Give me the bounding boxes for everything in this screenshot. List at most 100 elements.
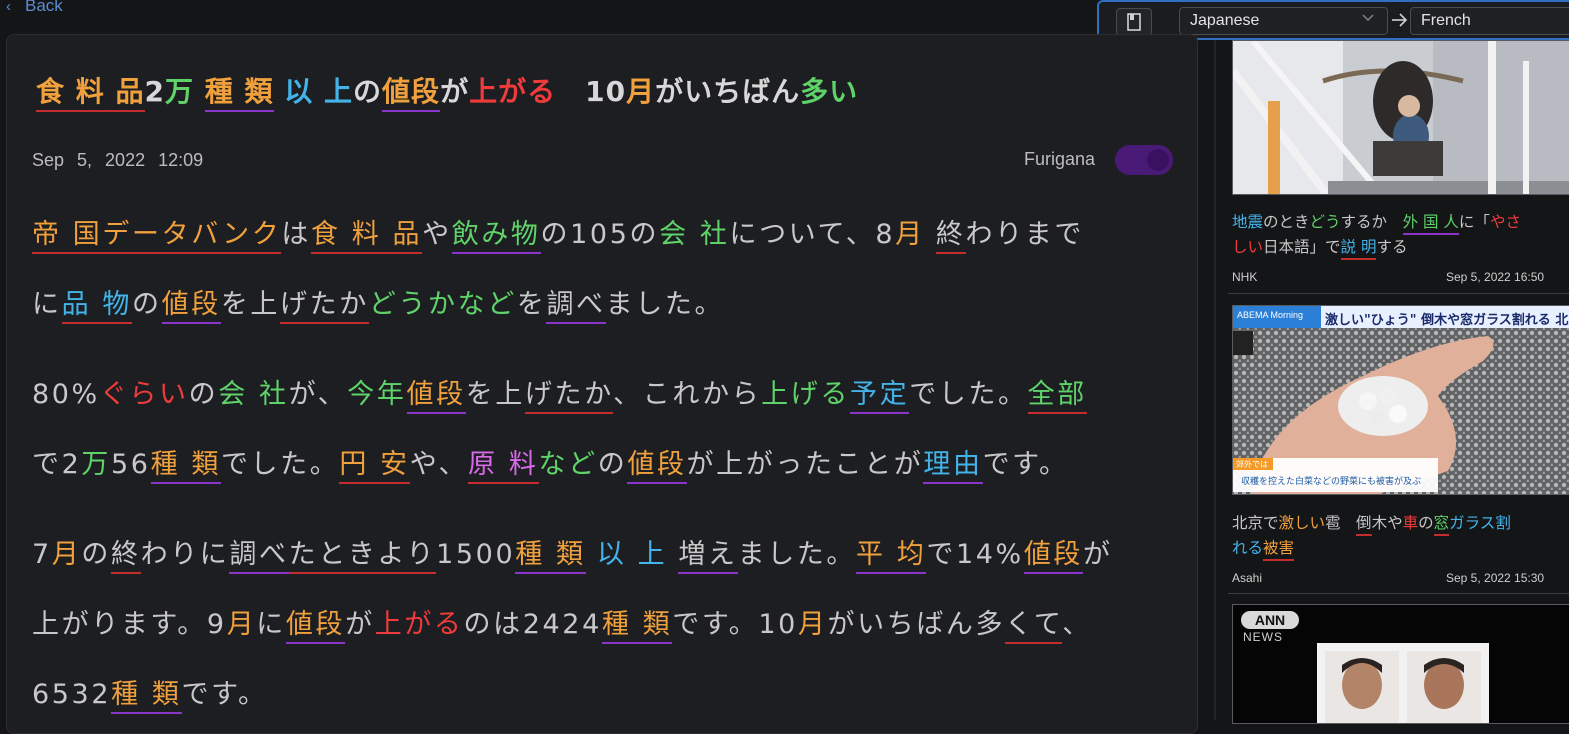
word[interactable] <box>274 75 285 108</box>
word[interactable]: 終 <box>111 539 141 574</box>
word[interactable] <box>313 75 324 108</box>
source-language-select[interactable]: Japanese <box>1179 7 1388 35</box>
word[interactable]: 窓 <box>1433 514 1450 536</box>
news-title[interactable]: 地震のときどうするか 外 国 人に「やさ しい日本語」で説 明する <box>1232 210 1567 260</box>
word[interactable]: げたか <box>524 379 614 414</box>
word[interactable]: 種 類 <box>601 609 673 644</box>
word[interactable]: です。 <box>983 449 1069 480</box>
word[interactable]: 雹 <box>1325 514 1356 532</box>
word[interactable]: 倒 <box>1356 514 1372 536</box>
word[interactable]: ガラス割 <box>1449 514 1511 532</box>
word[interactable]: 万 <box>165 75 194 108</box>
word[interactable]: 、 <box>1062 609 1092 640</box>
word[interactable]: 会 社 <box>218 379 288 410</box>
word[interactable]: の <box>132 289 162 320</box>
word[interactable]: 被害 <box>1263 539 1295 561</box>
word[interactable]: 飲み物 <box>451 219 541 254</box>
word[interactable]: 木や <box>1372 514 1403 532</box>
word[interactable]: でした。 <box>909 379 1027 410</box>
word[interactable]: 値段 <box>627 449 687 484</box>
word[interactable]: 円 安 <box>339 449 410 484</box>
word[interactable]: 平 均 <box>856 539 927 574</box>
word[interactable]: 以 <box>284 75 313 108</box>
word[interactable]: 帝 国 <box>32 219 103 254</box>
word[interactable]: の <box>81 539 111 570</box>
word[interactable]: の <box>598 449 628 480</box>
word[interactable]: 値段 <box>285 609 346 644</box>
word[interactable]: 6532 <box>32 679 111 710</box>
word[interactable]: が <box>440 75 469 108</box>
word[interactable]: 7 <box>32 539 52 570</box>
word[interactable]: は <box>281 219 311 250</box>
word[interactable]: でした。 <box>221 449 339 480</box>
word[interactable]: 車 <box>1403 514 1419 532</box>
word[interactable]: に「 <box>1459 213 1490 231</box>
word[interactable]: どうか <box>369 289 458 320</box>
word[interactable]: 万 <box>81 449 111 480</box>
word[interactable]: れる <box>1232 539 1263 557</box>
word[interactable]: です。 <box>182 679 268 710</box>
word[interactable] <box>194 75 205 108</box>
back-button[interactable]: ‹ Back <box>6 0 63 18</box>
word[interactable]: や、 <box>410 449 468 480</box>
word[interactable]: について、8 <box>729 219 895 250</box>
word[interactable]: 月 <box>626 75 655 108</box>
word[interactable]: 品 物 <box>61 289 132 324</box>
word[interactable] <box>925 219 936 250</box>
word[interactable]: 増え <box>678 539 738 574</box>
word[interactable]: 食 料 品 <box>310 219 423 254</box>
word[interactable]: くて <box>1005 609 1063 644</box>
word[interactable]: の <box>353 75 382 108</box>
word[interactable]: げたか <box>280 289 369 324</box>
word[interactable]: やさ <box>1490 213 1521 231</box>
word[interactable]: の105の <box>541 219 660 250</box>
word[interactable]: より <box>377 539 437 574</box>
word[interactable]: 今年 <box>347 379 406 410</box>
word[interactable]: 説 明 <box>1340 238 1377 260</box>
word[interactable]: 理由 <box>923 449 983 484</box>
word[interactable]: 外 国 人 <box>1402 213 1459 235</box>
word[interactable]: たとき <box>288 539 378 574</box>
word[interactable]: ました。 <box>738 539 856 570</box>
word[interactable]: 上 <box>324 75 353 108</box>
word[interactable]: 上がる <box>375 609 464 640</box>
target-language-select[interactable]: French <box>1410 7 1569 35</box>
word[interactable]: 原 料 <box>468 449 539 484</box>
word[interactable]: ました。 <box>606 289 724 320</box>
word[interactable]: や <box>422 219 452 250</box>
word[interactable]: 10 <box>556 75 626 108</box>
word[interactable]: です。10 <box>672 609 798 640</box>
word[interactable]: 月 <box>798 609 828 640</box>
word[interactable]: で14% <box>926 539 1023 570</box>
word[interactable]: など <box>458 289 517 320</box>
word[interactable]: で2 <box>32 449 81 480</box>
word[interactable]: に <box>256 609 286 640</box>
word[interactable]: を上 <box>221 289 280 320</box>
word[interactable]: が、 <box>289 379 348 410</box>
word[interactable] <box>586 539 597 570</box>
word[interactable]: 調べ <box>546 289 606 324</box>
word[interactable]: 調べ <box>229 539 289 574</box>
word[interactable]: 種 類 <box>204 75 274 112</box>
word[interactable]: 終 <box>935 219 966 254</box>
word[interactable]: 予定 <box>849 379 910 414</box>
word[interactable]: に <box>32 289 62 320</box>
word[interactable]: 会 社 <box>659 219 729 250</box>
word[interactable]: 値段 <box>161 289 221 324</box>
word[interactable]: する <box>1376 238 1407 256</box>
word[interactable]: 値段 <box>382 75 441 112</box>
word[interactable]: 食 料 品 <box>36 75 145 112</box>
word[interactable]: わりに <box>141 539 230 570</box>
word[interactable]: 2 <box>145 75 165 108</box>
news-title[interactable]: 北京で激しい雹 倒木や車の窓ガラス割 れる被害 <box>1232 511 1567 561</box>
word[interactable]: 種 類 <box>515 539 586 574</box>
word[interactable]: の <box>189 379 219 410</box>
word[interactable]: 月 <box>52 539 82 570</box>
word[interactable]: がいちばん多 <box>828 609 1006 640</box>
word[interactable]: ぐらい <box>100 379 189 410</box>
word[interactable]: のとき <box>1263 213 1310 231</box>
furigana-toggle[interactable] <box>1115 145 1173 175</box>
word[interactable]: 多い <box>800 75 858 108</box>
word[interactable]: しい <box>1232 238 1263 256</box>
word[interactable]: がいちばん <box>655 75 800 108</box>
